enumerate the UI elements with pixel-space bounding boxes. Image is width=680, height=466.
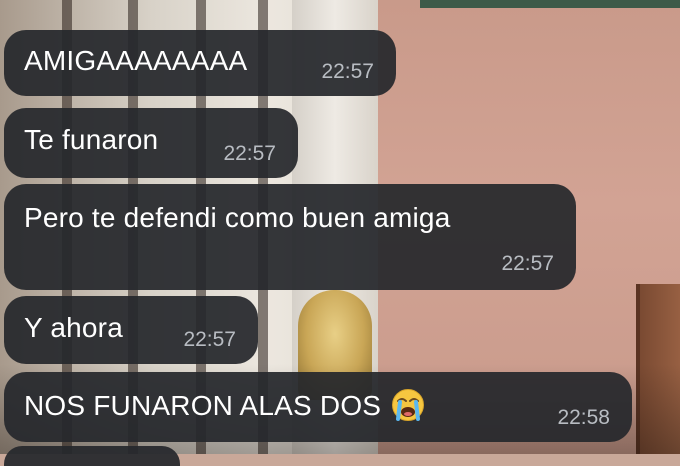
message-timestamp: 22:58 xyxy=(557,406,610,429)
message-timestamp: 22:57 xyxy=(183,328,236,351)
message-bubble[interactable]: Y ahora 22:57 xyxy=(4,296,258,364)
message-text: AMIGAAAAAAAA xyxy=(24,45,248,76)
message-bubble-partial[interactable] xyxy=(4,446,180,466)
message-timestamp: 22:57 xyxy=(501,252,554,275)
message-text: Te funaron xyxy=(24,124,159,155)
loudly-crying-face-icon xyxy=(391,388,425,422)
message-bubble[interactable]: AMIGAAAAAAAA 22:57 xyxy=(4,30,396,96)
message-bubble[interactable]: Te funaron 22:57 xyxy=(4,108,298,178)
message-list[interactable]: AMIGAAAAAAAA 22:57 Te funaron 22:57 Pero… xyxy=(0,0,680,466)
message-bubble[interactable]: Pero te defendi como buen amiga 22:57 xyxy=(4,184,576,290)
message-text: Y ahora xyxy=(24,312,123,343)
message-bubble[interactable]: NOS FUNARON ALAS DOS 22:58 xyxy=(4,372,632,442)
message-timestamp: 22:57 xyxy=(223,142,276,165)
message-text: NOS FUNARON ALAS DOS xyxy=(24,388,425,425)
message-text-content: NOS FUNARON ALAS DOS xyxy=(24,390,382,421)
message-text: Pero te defendi como buen amiga xyxy=(24,202,451,233)
message-timestamp: 22:57 xyxy=(321,60,374,83)
